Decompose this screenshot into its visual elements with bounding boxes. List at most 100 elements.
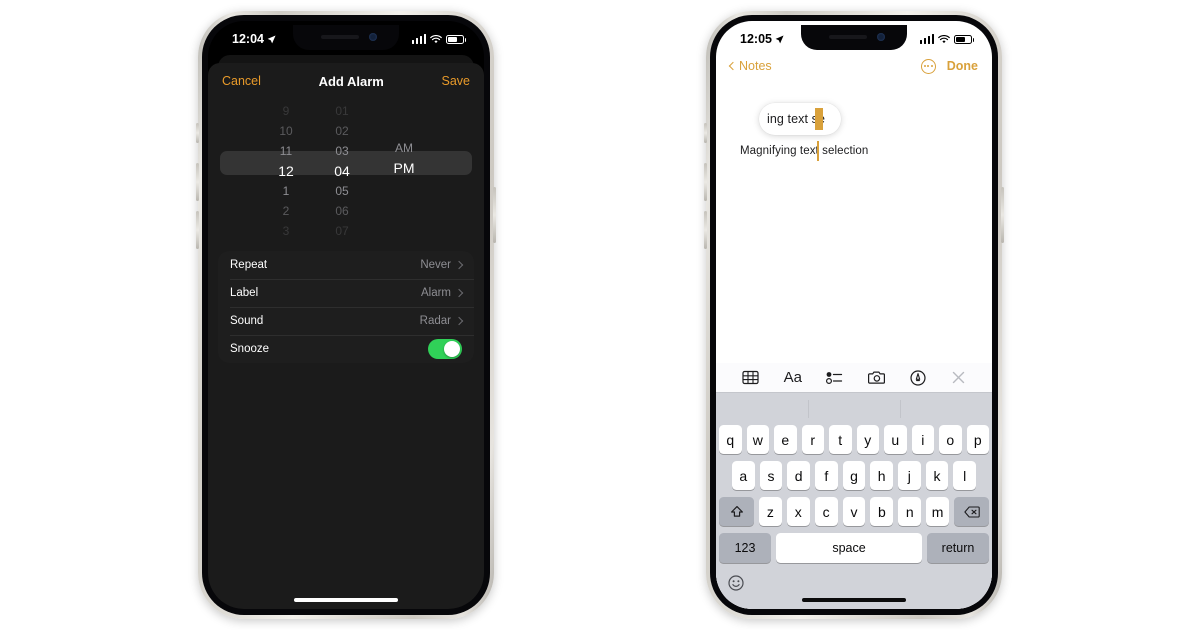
key-e[interactable]: e bbox=[774, 425, 797, 454]
key-p[interactable]: p bbox=[966, 425, 989, 454]
row-repeat[interactable]: Repeat Never bbox=[218, 251, 474, 279]
notes-nav-actions: Done bbox=[920, 58, 978, 74]
key-f[interactable]: f bbox=[815, 461, 838, 490]
key-i[interactable]: i bbox=[911, 425, 934, 454]
row-label-field[interactable]: Label Alarm bbox=[218, 279, 474, 307]
page-title: Add Alarm bbox=[318, 73, 384, 89]
picker-item[interactable]: 05 bbox=[335, 181, 348, 201]
key-b[interactable]: b bbox=[870, 497, 894, 526]
alarm-options-list: Repeat Never Label Alarm Sound Radar Sno… bbox=[218, 251, 474, 363]
back-to-notes-button[interactable]: Notes bbox=[728, 59, 772, 73]
alarm-navbar: Cancel Add Alarm Save bbox=[208, 63, 484, 99]
picker-item[interactable]: 1 bbox=[283, 181, 290, 201]
picker-item-selected[interactable]: 12 bbox=[278, 161, 294, 181]
key-g[interactable]: g bbox=[842, 461, 866, 490]
picker-item[interactable]: 06 bbox=[335, 201, 348, 221]
picker-item[interactable] bbox=[398, 215, 404, 233]
key-a[interactable]: a bbox=[731, 461, 755, 490]
mute-switch[interactable] bbox=[196, 123, 199, 143]
key-t[interactable]: t bbox=[829, 425, 852, 454]
key-o[interactable]: o bbox=[939, 425, 962, 454]
key-m[interactable]: m bbox=[926, 497, 950, 526]
keyboard-row-1: q w e r t y u i o p bbox=[719, 425, 989, 454]
key-z[interactable]: z bbox=[759, 497, 782, 526]
picker-item[interactable]: 02 bbox=[335, 121, 348, 141]
front-camera-icon bbox=[877, 33, 885, 41]
volume-down-button[interactable] bbox=[196, 211, 199, 249]
text-format-icon[interactable]: Aa bbox=[784, 369, 802, 386]
power-button[interactable] bbox=[1001, 187, 1004, 243]
picker-item-selected[interactable]: PM bbox=[388, 158, 415, 178]
row-label: Label bbox=[230, 287, 259, 299]
time-picker[interactable]: 9 10 11 12 1 2 3 01 02 03 04 05 06 07 AM… bbox=[208, 101, 484, 238]
power-button[interactable] bbox=[493, 187, 496, 243]
picker-item[interactable]: 10 bbox=[279, 121, 292, 141]
key-v[interactable]: v bbox=[842, 497, 866, 526]
more-circle-icon[interactable] bbox=[920, 58, 936, 74]
key-w[interactable]: w bbox=[746, 425, 769, 454]
home-indicator[interactable] bbox=[802, 598, 906, 602]
key-h[interactable]: h bbox=[870, 461, 894, 490]
hour-wheel[interactable]: 9 10 11 12 1 2 3 bbox=[264, 101, 308, 238]
done-button[interactable]: Done bbox=[947, 59, 978, 73]
cancel-button[interactable]: Cancel bbox=[222, 74, 261, 88]
key-y[interactable]: y bbox=[856, 425, 879, 454]
key-s[interactable]: s bbox=[759, 461, 783, 490]
picker-item[interactable]: 03 bbox=[335, 141, 348, 161]
emoji-icon[interactable] bbox=[728, 574, 744, 596]
key-u[interactable]: u bbox=[884, 425, 907, 454]
key-r[interactable]: r bbox=[801, 425, 824, 454]
key-k[interactable]: k bbox=[925, 461, 949, 490]
numbers-key[interactable]: 123 bbox=[719, 533, 771, 563]
return-key[interactable]: return bbox=[927, 533, 989, 563]
picker-item[interactable] bbox=[398, 101, 404, 119]
home-indicator[interactable] bbox=[294, 598, 398, 602]
picker-item[interactable] bbox=[398, 178, 404, 196]
picker-item[interactable] bbox=[398, 196, 404, 214]
shift-icon[interactable] bbox=[719, 497, 754, 526]
save-button[interactable]: Save bbox=[441, 74, 470, 88]
picker-item[interactable]: 2 bbox=[283, 201, 290, 221]
picker-item[interactable]: AM bbox=[389, 138, 413, 158]
minute-wheel[interactable]: 01 02 03 04 05 06 07 bbox=[320, 101, 364, 238]
predictive-bar[interactable] bbox=[716, 393, 992, 425]
camera-icon[interactable] bbox=[867, 370, 886, 385]
key-x[interactable]: x bbox=[786, 497, 810, 526]
picker-item[interactable]: 11 bbox=[280, 141, 292, 161]
key-j[interactable]: j bbox=[898, 461, 921, 490]
row-value-group: Alarm bbox=[421, 287, 464, 299]
mute-switch[interactable] bbox=[704, 123, 707, 143]
markup-pen-icon[interactable] bbox=[910, 369, 926, 386]
predictive-divider bbox=[899, 400, 901, 418]
volume-up-button[interactable] bbox=[704, 163, 707, 201]
picker-item[interactable] bbox=[398, 119, 404, 137]
note-text[interactable]: Magnifying text selection bbox=[740, 145, 868, 157]
phone-screen-left: 12:04 Cancel Add Alarm Save 9 10 11 12 1… bbox=[208, 21, 484, 609]
row-label: Snooze bbox=[230, 343, 270, 355]
key-q[interactable]: q bbox=[719, 425, 742, 454]
picker-item[interactable]: 9 bbox=[283, 101, 290, 121]
volume-down-button[interactable] bbox=[704, 211, 707, 249]
picker-item[interactable]: 01 bbox=[335, 101, 348, 121]
picker-item-selected[interactable]: 04 bbox=[334, 161, 350, 181]
close-icon[interactable] bbox=[951, 370, 966, 385]
snooze-toggle[interactable] bbox=[428, 339, 462, 359]
picker-item[interactable]: 07 bbox=[335, 221, 348, 241]
table-icon[interactable] bbox=[742, 370, 759, 385]
key-d[interactable]: d bbox=[787, 461, 810, 490]
period-wheel[interactable]: AM PM bbox=[374, 101, 428, 233]
row-snooze[interactable]: Snooze bbox=[218, 335, 474, 363]
status-time: 12:04 bbox=[232, 32, 264, 46]
volume-up-button[interactable] bbox=[196, 163, 199, 201]
space-key[interactable]: space bbox=[776, 533, 922, 563]
location-arrow-icon bbox=[775, 34, 784, 43]
row-sound[interactable]: Sound Radar bbox=[218, 307, 474, 335]
keyboard-rows: q w e r t y u i o p a s d f g h j k l z … bbox=[716, 425, 992, 563]
key-c[interactable]: c bbox=[814, 497, 838, 526]
key-l[interactable]: l bbox=[953, 461, 977, 490]
key-n[interactable]: n bbox=[898, 497, 922, 526]
location-arrow-icon bbox=[267, 34, 276, 43]
checklist-icon[interactable] bbox=[826, 370, 843, 385]
backspace-icon[interactable] bbox=[954, 497, 990, 526]
picker-item[interactable]: 3 bbox=[283, 221, 290, 241]
